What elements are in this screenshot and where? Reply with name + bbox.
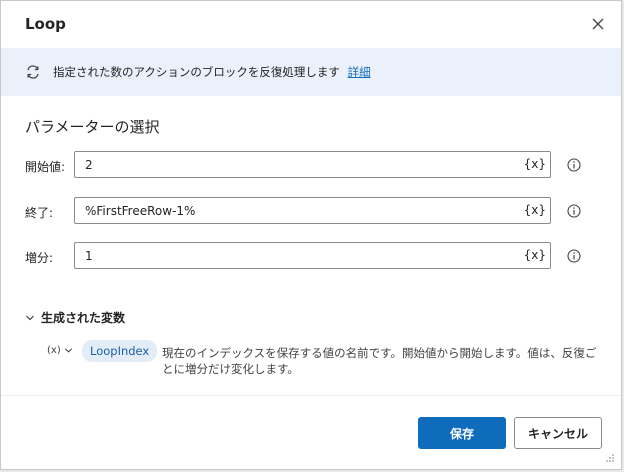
end-value-field[interactable]: %FirstFreeRow-1% {x} bbox=[74, 197, 551, 224]
cancel-button[interactable]: キャンセル bbox=[514, 417, 602, 449]
save-button[interactable]: 保存 bbox=[418, 417, 506, 449]
dialog-title: Loop bbox=[25, 15, 66, 33]
footer-divider bbox=[1, 395, 621, 396]
variable-icon: (x) bbox=[47, 345, 61, 356]
increment-info-icon[interactable] bbox=[567, 249, 581, 263]
end-value-text: %FirstFreeRow-1% bbox=[85, 204, 196, 218]
close-icon bbox=[592, 18, 604, 30]
loop-icon bbox=[27, 65, 39, 79]
loop-index-variable[interactable]: LoopIndex bbox=[82, 340, 158, 362]
info-description: 指定された数のアクションのブロックを反復処理します bbox=[53, 65, 340, 79]
info-text: 指定された数のアクションのブロックを反復処理します 詳細 bbox=[53, 64, 371, 80]
end-info-icon[interactable] bbox=[567, 204, 581, 218]
end-variable-button[interactable]: {x} bbox=[524, 203, 546, 217]
increment-variable-button[interactable]: {x} bbox=[524, 248, 546, 262]
increment-text: 1 bbox=[85, 249, 93, 263]
details-link[interactable]: 詳細 bbox=[348, 65, 371, 79]
increment-field[interactable]: 1 {x} bbox=[74, 242, 551, 269]
start-value-text: 2 bbox=[85, 158, 93, 172]
close-button[interactable] bbox=[587, 13, 609, 35]
variable-description: 現在のインデックスを保存する値の名前です。開始値から開始します。値は、反復ごとに… bbox=[162, 346, 597, 376]
variable-options-toggle[interactable]: (x) bbox=[47, 345, 73, 356]
generated-variables-toggle[interactable]: 生成された変数 bbox=[25, 309, 125, 326]
resize-grip-icon[interactable] bbox=[605, 453, 615, 463]
start-value-field[interactable]: 2 {x} bbox=[74, 151, 551, 178]
chevron-down-icon bbox=[26, 315, 34, 320]
section-title: パラメーターの選択 bbox=[25, 118, 160, 136]
info-bar: 指定された数のアクションのブロックを反復処理します 詳細 bbox=[1, 48, 621, 96]
start-info-icon[interactable] bbox=[567, 158, 581, 172]
chevron-down-icon bbox=[64, 348, 72, 353]
start-value-label: 開始値: bbox=[25, 160, 66, 174]
increment-label: 増分: bbox=[25, 251, 54, 265]
generated-variables-label: 生成された変数 bbox=[41, 311, 126, 325]
end-value-label: 終了: bbox=[25, 206, 54, 220]
start-variable-button[interactable]: {x} bbox=[524, 157, 546, 171]
loop-dialog: Loop 指定された数のアクションのブロックを反復処理します 詳細 パラメーター… bbox=[0, 0, 622, 470]
